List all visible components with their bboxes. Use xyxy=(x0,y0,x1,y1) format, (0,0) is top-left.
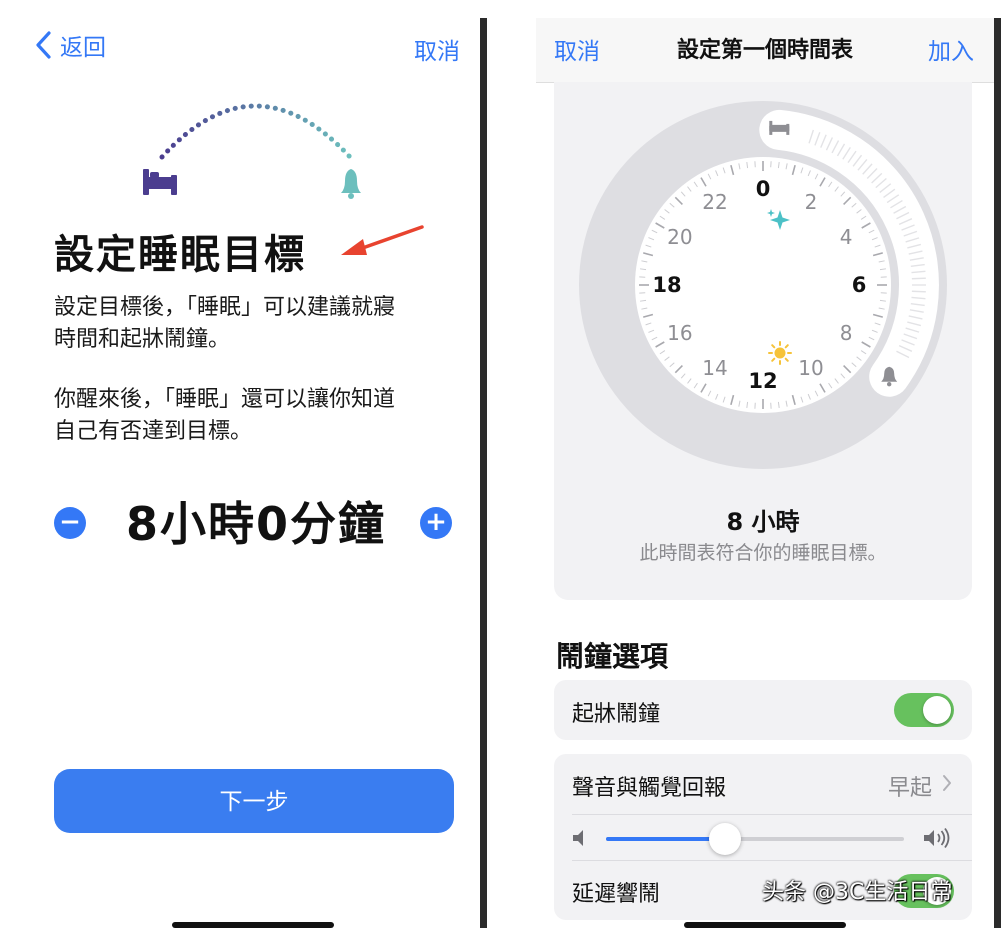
toggle-knob xyxy=(923,696,951,724)
navigation-bar: 取消 設定第一個時間表 加入 xyxy=(536,18,994,83)
wake-alarm-label: 起牀鬧鐘 xyxy=(572,702,661,727)
clock-hour-label: 16 xyxy=(667,321,692,345)
chevron-left-icon xyxy=(36,31,51,59)
volume-fill xyxy=(606,837,726,841)
phone-edge xyxy=(994,18,1001,928)
sun-icon xyxy=(768,341,792,365)
arc-tick xyxy=(911,277,926,280)
clock-hour-label: 8 xyxy=(840,321,853,345)
next-button[interactable]: 下一步 xyxy=(54,769,454,833)
clock-hour-label: 22 xyxy=(702,190,727,214)
red-arrow-annotation-icon xyxy=(341,225,424,255)
chevron-right-icon[interactable] xyxy=(942,774,952,792)
description-paragraph-1: 設定目標後，「睡眠」可以建議就寢 時間和起牀鬧鐘。 xyxy=(54,292,474,356)
right-phone-screen: 取消 設定第一個時間表 加入 0 2 4 6 8 10 12 14 16 18 20 22 xyxy=(536,0,994,928)
nav-title: 設定第一個時間表 xyxy=(676,38,853,63)
clock-hour-label: 2 xyxy=(805,190,818,214)
description-line: 設定目標後，「睡眠」可以建議就寢 xyxy=(54,295,396,320)
volume-slider-thumb[interactable] xyxy=(709,823,742,855)
sound-haptics-label[interactable]: 聲音與觸覺回報 xyxy=(572,770,726,802)
schedule-duration: 8 小時 xyxy=(726,508,800,536)
decrease-button[interactable]: − xyxy=(54,507,86,539)
watermark: 头条 @3C生活日常 xyxy=(762,880,953,905)
clock-hour-label: 4 xyxy=(840,225,853,249)
snooze-label: 延遲響鬧 xyxy=(572,882,661,907)
left-phone-screen: 返回 取消 設定睡眠目標 設定目標後，「睡眠」可以建議就寢 時間和起牀鬧鐘。 你… xyxy=(22,0,480,928)
sound-value[interactable]: 早起 xyxy=(888,770,932,802)
increase-button[interactable]: + xyxy=(420,507,452,539)
alarm-options-heading: 鬧鐘選項 xyxy=(556,640,669,673)
clock-hour-label: 14 xyxy=(702,356,727,380)
description-paragraph-2: 你醒來後，「睡眠」還可以讓你知道 自己有否達到目標。 xyxy=(54,384,474,448)
description-line: 自己有否達到目標。 xyxy=(54,419,253,444)
row-divider xyxy=(572,860,972,861)
phone-edge xyxy=(480,18,487,928)
bed-icon xyxy=(143,169,177,195)
clock-hour-label: 20 xyxy=(667,225,692,249)
volume-slider[interactable] xyxy=(606,823,904,855)
goal-match-note: 此時間表符合你的睡眠目標。 xyxy=(639,542,887,564)
clock-hour-label: 0 xyxy=(756,177,771,201)
clock-hour-label: 6 xyxy=(852,273,867,297)
speaker-high-icon xyxy=(924,827,950,849)
home-indicator xyxy=(172,922,334,928)
bell-icon xyxy=(341,169,361,199)
home-indicator xyxy=(684,922,846,928)
clock-hour-label: 10 xyxy=(798,356,823,380)
back-button[interactable]: 返回 xyxy=(34,28,106,62)
clock-hour-label: 18 xyxy=(652,273,681,297)
page-title: 設定睡眠目標 xyxy=(54,232,306,278)
description-line: 你醒來後，「睡眠」還可以讓你知道 xyxy=(54,387,396,412)
clock-hour-label: 12 xyxy=(748,369,777,393)
sleep-arc-illustration xyxy=(143,103,361,199)
cancel-button[interactable]: 取消 xyxy=(414,32,460,66)
sleep-clock: 0 24 6 8 10 12 14 16 18 20 22 xyxy=(579,101,947,469)
back-label: 返回 xyxy=(60,35,106,61)
goal-duration: 8小時0分鐘 xyxy=(125,497,386,551)
wake-alarm-toggle[interactable] xyxy=(894,693,954,727)
row-divider xyxy=(572,814,972,815)
wake-alarm-row: 起牀鬧鐘 xyxy=(554,680,972,740)
add-button[interactable]: 加入 xyxy=(928,32,974,66)
description-line: 時間和起牀鬧鐘。 xyxy=(54,327,231,352)
arc-tick xyxy=(911,290,926,293)
sleep-goal-stepper: − 8小時0分鐘 + xyxy=(54,490,454,560)
schedule-clock-card: 0 2 4 6 8 10 12 14 16 18 20 22 8 小時 此時間表… xyxy=(554,82,972,600)
speaker-low-icon xyxy=(573,830,583,846)
